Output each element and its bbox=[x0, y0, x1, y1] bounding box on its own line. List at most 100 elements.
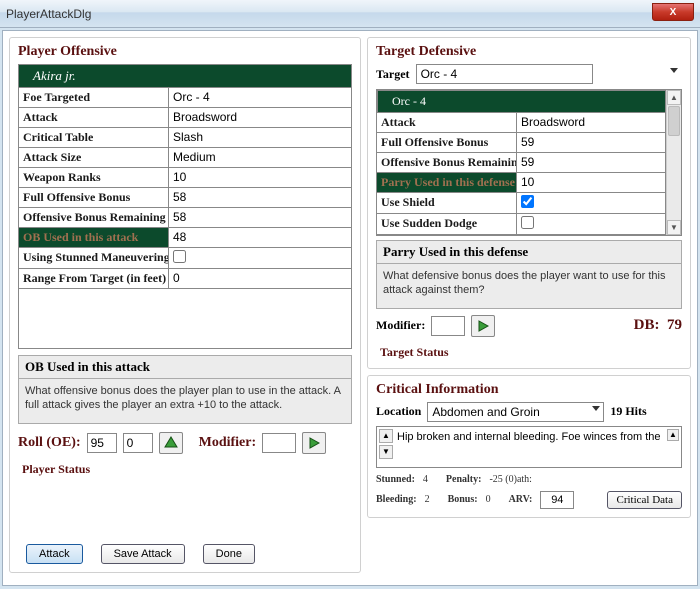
crit-stats-row2: Bleeding: 2 Bonus: 0 ARV: Critical Data bbox=[376, 491, 682, 509]
scroll-down-icon[interactable]: ▼ bbox=[667, 220, 681, 235]
defensive-modifier-row: Modifier: DB: 79 bbox=[376, 315, 682, 337]
location-row: Location 19 Hits bbox=[376, 402, 682, 422]
offensive-grid-blank bbox=[18, 289, 352, 349]
row-value[interactable]: 10 bbox=[517, 173, 665, 192]
row-value[interactable]: Slash bbox=[169, 128, 351, 147]
offensive-apply-button[interactable] bbox=[302, 432, 326, 454]
close-button[interactable]: X bbox=[652, 3, 694, 21]
row-label: Use Shield bbox=[377, 193, 517, 213]
table-row[interactable]: Range From Target (in feet)0 bbox=[19, 269, 351, 288]
table-row[interactable]: Offensive Bonus Remaining59 bbox=[377, 153, 665, 173]
roll-row: Roll (OE): Modifier: bbox=[18, 432, 352, 454]
offensive-character-header: Akira jr. bbox=[18, 64, 352, 88]
critical-information-group: Critical Information Location 19 Hits ▲ … bbox=[367, 375, 691, 518]
left-pane: Player Offensive Akira jr. Foe TargetedO… bbox=[9, 37, 361, 579]
table-row[interactable]: Full Offensive Bonus58 bbox=[19, 188, 351, 208]
row-value[interactable]: Medium bbox=[169, 148, 351, 167]
row-label: Attack bbox=[377, 113, 517, 132]
table-row[interactable]: OB Used in this attack48 bbox=[19, 228, 351, 248]
critical-data-button[interactable]: Critical Data bbox=[607, 491, 682, 509]
done-button[interactable]: Done bbox=[203, 544, 255, 564]
row-value[interactable]: 0 bbox=[169, 269, 351, 288]
table-row[interactable]: Weapon Ranks10 bbox=[19, 168, 351, 188]
bonus-value: 0 bbox=[486, 494, 491, 505]
table-row[interactable]: Foe TargetedOrc - 4 bbox=[19, 88, 351, 108]
table-row[interactable]: Use Shield bbox=[377, 193, 665, 214]
table-row[interactable]: AttackBroadsword bbox=[377, 113, 665, 133]
table-row[interactable]: Critical TableSlash bbox=[19, 128, 351, 148]
player-offensive-group: Player Offensive Akira jr. Foe TargetedO… bbox=[9, 37, 361, 573]
target-row: Target bbox=[376, 64, 682, 84]
player-status-label: Player Status bbox=[18, 462, 352, 477]
location-select[interactable] bbox=[427, 402, 604, 422]
roll-dice-button[interactable] bbox=[159, 432, 183, 454]
row-value[interactable]: Orc - 4 bbox=[169, 88, 351, 107]
scroll-up-icon[interactable]: ▲ bbox=[667, 90, 681, 105]
row-label: Full Offensive Bonus bbox=[377, 133, 517, 152]
row-label: Critical Table bbox=[19, 128, 169, 147]
save-attack-button[interactable]: Save Attack bbox=[101, 544, 185, 564]
checkbox[interactable] bbox=[521, 216, 534, 229]
checkbox[interactable] bbox=[173, 250, 186, 263]
bleeding-label: Bleeding: bbox=[376, 494, 417, 505]
row-value[interactable] bbox=[517, 214, 665, 234]
row-value[interactable]: 59 bbox=[517, 153, 665, 172]
db-label: DB: bbox=[634, 317, 660, 333]
target-defensive-group: Target Defensive Target Orc - 4 AttackBr… bbox=[367, 37, 691, 369]
row-value[interactable]: Broadsword bbox=[517, 113, 665, 132]
table-row[interactable]: Parry Used in this defense10 bbox=[377, 173, 665, 193]
play-icon bbox=[477, 320, 489, 332]
table-row[interactable]: Attack SizeMedium bbox=[19, 148, 351, 168]
offensive-help-title: OB Used in this attack bbox=[19, 356, 351, 379]
defensive-modifier-input[interactable] bbox=[431, 316, 465, 336]
defensive-help-box: Parry Used in this defense What defensiv… bbox=[376, 240, 682, 309]
location-label: Location bbox=[376, 404, 421, 419]
row-value[interactable] bbox=[517, 193, 665, 213]
critical-description: Hip broken and internal bleeding. Foe wi… bbox=[397, 431, 661, 443]
titlebar: PlayerAttackDlg X bbox=[0, 0, 700, 28]
defensive-character-header: Orc - 4 bbox=[377, 90, 666, 113]
row-value[interactable] bbox=[169, 248, 351, 268]
table-row[interactable]: Full Offensive Bonus59 bbox=[377, 133, 665, 153]
table-row[interactable]: Using Stunned Maneuvering bbox=[19, 248, 351, 269]
roll-input-b[interactable] bbox=[123, 433, 153, 453]
text-scroll-up-r[interactable]: ▲ bbox=[667, 429, 679, 441]
table-row[interactable]: AttackBroadsword bbox=[19, 108, 351, 128]
critical-title: Critical Information bbox=[376, 382, 682, 398]
row-label: Range From Target (in feet) bbox=[19, 269, 169, 288]
attack-button[interactable]: Attack bbox=[26, 544, 83, 564]
close-icon: X bbox=[670, 7, 677, 18]
defensive-help-title: Parry Used in this defense bbox=[377, 241, 681, 264]
offensive-help-text: What offensive bonus does the player pla… bbox=[19, 379, 351, 423]
row-label: Full Offensive Bonus bbox=[19, 188, 169, 207]
bonus-label: Bonus: bbox=[448, 494, 478, 505]
scroll-thumb[interactable] bbox=[668, 106, 680, 136]
row-value[interactable]: Broadsword bbox=[169, 108, 351, 127]
row-value[interactable]: 58 bbox=[169, 188, 351, 207]
checkbox[interactable] bbox=[521, 195, 534, 208]
defensive-scrollbox: Orc - 4 AttackBroadswordFull Offensive B… bbox=[376, 89, 682, 236]
db-value: 79 bbox=[667, 317, 682, 333]
roll-input-a[interactable] bbox=[87, 433, 117, 453]
row-value[interactable]: 48 bbox=[169, 228, 351, 247]
text-scroll-down[interactable]: ▼ bbox=[379, 445, 393, 459]
row-value[interactable]: 59 bbox=[517, 133, 665, 152]
crit-stats-row1: Stunned: 4 Penalty: -25 (0)ath: bbox=[376, 474, 682, 485]
critical-description-box: ▲ ▼ Hip broken and internal bleeding. Fo… bbox=[376, 426, 682, 468]
table-row[interactable]: Use Sudden Dodge bbox=[377, 214, 665, 234]
arv-label: ARV: bbox=[509, 494, 533, 505]
defensive-apply-button[interactable] bbox=[471, 315, 495, 337]
target-select[interactable] bbox=[416, 64, 593, 84]
offensive-modifier-input[interactable] bbox=[262, 433, 296, 453]
arv-input[interactable] bbox=[540, 491, 574, 509]
target-status-label: Target Status bbox=[376, 345, 682, 360]
table-row[interactable]: Offensive Bonus Remaining58 bbox=[19, 208, 351, 228]
dialog-body: Player Offensive Akira jr. Foe TargetedO… bbox=[2, 30, 698, 586]
target-label: Target bbox=[376, 67, 410, 82]
row-value[interactable]: 58 bbox=[169, 208, 351, 227]
text-scroll-up[interactable]: ▲ bbox=[379, 429, 393, 443]
offensive-help-box: OB Used in this attack What offensive bo… bbox=[18, 355, 352, 424]
row-label: Attack Size bbox=[19, 148, 169, 167]
row-value[interactable]: 10 bbox=[169, 168, 351, 187]
defensive-scrollbar[interactable]: ▲ ▼ bbox=[666, 90, 681, 235]
